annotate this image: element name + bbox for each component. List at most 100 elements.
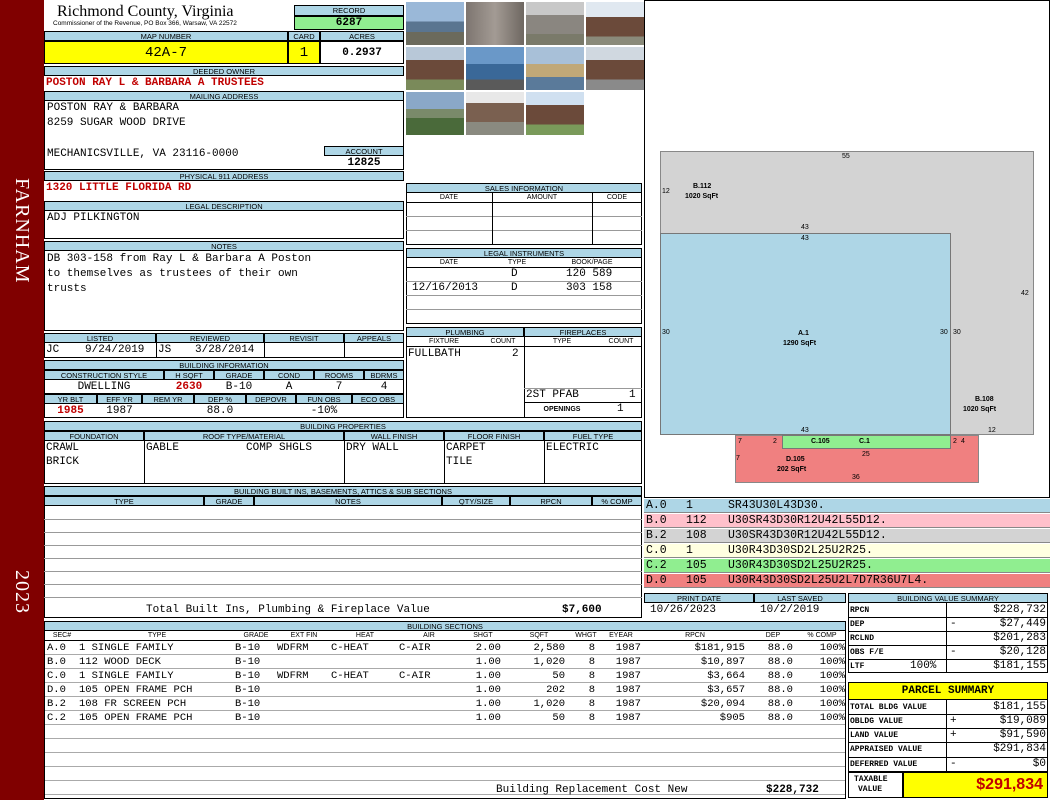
section-row[interactable] (45, 725, 845, 739)
sketch-dim: 2 (953, 438, 957, 445)
section-row[interactable]: C.2 105 OPEN FRAME PCH B-10 1.00 50 8 1987 $905… (45, 711, 845, 725)
foundation-1: CRAWL (46, 442, 80, 454)
segment-row[interactable]: A.0 1 SR43U30L43D30. (644, 499, 1050, 513)
section-cell: A.0 (47, 642, 66, 654)
listed-label: LISTED (44, 333, 156, 343)
section-cell: 1987 (615, 656, 641, 668)
property-photo[interactable] (406, 92, 464, 135)
section-row[interactable] (45, 753, 845, 767)
h-wall-finish: WALL FINISH (344, 431, 444, 441)
sketch-panel: B.112 1020 SqFt A.1 1290 SqFt B.108 1020… (644, 0, 1050, 498)
section-row[interactable]: A.0 1 SINGLE FAMILY B-10 WDFRM C-HEAT C-AIR 2.… (45, 641, 845, 655)
notes-line-1: DB 303-158 from Ray L & Barbara A Poston (47, 253, 312, 265)
h-ecoobs: ECO OBS (352, 394, 404, 404)
sketch-b112-label: B.112 (693, 183, 712, 190)
section-cell: C-HEAT (331, 642, 369, 654)
bdrms-value: 4 (380, 381, 388, 393)
sketch-d105-label: D.105 (786, 456, 805, 463)
fp-count: 1 (629, 389, 636, 401)
section-row[interactable]: B.2 108 FR SCREEN PCH B-10 1.00 1,020 8 1987 $2… (45, 697, 845, 711)
section-cell: C-HEAT (331, 670, 369, 682)
segment-row[interactable]: D.0 105 U30R43D30SD2L25U2L7D7R36U7L4. (644, 574, 1050, 588)
section-cell: 88.0 (767, 670, 793, 682)
floor-finish-2: TILE (446, 456, 473, 468)
section-row[interactable]: D.0 105 OPEN FRAME PCH B-10 1.00 202 8 1987 $3,… (45, 683, 845, 697)
builtins-table (44, 506, 642, 618)
section-row[interactable]: C.0 1 SINGLE FAMILY B-10 WDFRM C-HEAT C-AIR 1.… (45, 669, 845, 683)
record-label: RECORD (294, 5, 404, 16)
county-title: Richmond County, Virginia (57, 3, 234, 20)
builtins-total: $7,600 (562, 604, 602, 616)
tax-year: 2023 (11, 570, 33, 614)
section-cell: B-10 (235, 656, 261, 668)
li-type: D (511, 282, 518, 294)
h-sales-code: CODE (606, 194, 628, 201)
section-cell: WDFRM (277, 642, 309, 654)
h-sales-date: DATE (439, 194, 459, 201)
section-row[interactable]: B.0 112 WOOD DECK B-10 1.00 1,020 8 1987 $10,89… (45, 655, 845, 669)
property-photo[interactable] (526, 92, 584, 135)
district-sidebar: FARNHAM 2023 (0, 0, 44, 800)
sketch-b108-label: B.108 (975, 396, 994, 403)
legal-description: ADJ PILKINGTON (47, 212, 140, 224)
map-number-label: MAP NUMBER (44, 31, 288, 41)
section-cell: B-10 (235, 684, 261, 696)
ps-value: $291,834 (993, 743, 1046, 755)
segment-row[interactable]: B.2 108 U30SR43D30R12U42L55D12. (644, 529, 1050, 543)
h-dep: DEP % (194, 394, 246, 404)
h-bi-type: TYPE (44, 496, 204, 506)
section-cell: C-AIR (399, 642, 431, 654)
section-row[interactable] (45, 781, 845, 795)
mailing-line-3: MECHANICSVILLE, VA 23116-0000 (47, 148, 239, 160)
vs-key: OBS F/E (850, 648, 884, 657)
ps-key: LAND VALUE (850, 731, 899, 740)
h-depovr: DEPOVR (246, 394, 296, 404)
plumbing-label: PLUMBING (406, 327, 524, 337)
property-photo[interactable] (586, 47, 644, 90)
h-sales-amount: AMOUNT (526, 194, 558, 201)
property-photo[interactable] (406, 47, 464, 90)
parcel-summary-title: PARCEL SUMMARY (848, 682, 1048, 700)
h-fuel-type: FUEL TYPE (544, 431, 642, 441)
h-fp-count: COUNT (608, 338, 634, 345)
ps-key: OBLDG VALUE (850, 717, 903, 726)
li-book: 303 158 (566, 282, 613, 294)
photo-gallery[interactable] (406, 2, 644, 137)
construction-style: DWELLING (77, 381, 131, 393)
section-cell: 105 OPEN FRAME PCH (79, 712, 193, 724)
section-cell: 1,020 (533, 698, 565, 710)
sketch-a1-area: 1290 SqFt (783, 340, 817, 347)
property-photo[interactable] (526, 2, 584, 45)
replacement-cost: $228,732 (766, 784, 819, 796)
property-photo[interactable] (466, 92, 524, 135)
section-row[interactable] (45, 767, 845, 781)
taxable-value: $291,834 (903, 772, 1048, 798)
notes-line-3: trusts (47, 283, 87, 295)
reviewed-date: 3/28/2014 (195, 344, 255, 356)
property-photo[interactable] (586, 2, 644, 45)
section-cell: 50 (552, 670, 565, 682)
ps-key: APPRAISED VALUE (850, 745, 923, 754)
section-cell: $181,915 (694, 642, 745, 654)
sketch-dim: 4 (961, 438, 965, 445)
h-yrblt: YR BLT (44, 394, 97, 404)
yrblt-value: 1985 (57, 405, 84, 417)
segment-row[interactable]: C.2 105 U30R43D30SD2L25U2R25. (644, 559, 1050, 573)
mailing-line-2: 8259 SUGAR WOOD DRIVE (47, 117, 186, 129)
section-row[interactable] (45, 739, 845, 753)
property-photo[interactable] (526, 47, 584, 90)
last-saved-date: 10/2/2019 (760, 604, 820, 616)
property-photo[interactable] (406, 2, 464, 45)
h-bdrms: BDRMS (364, 370, 404, 380)
funobs-value: -10% (310, 405, 338, 417)
dep-value: 88.0 (206, 405, 234, 417)
legal-instruments-label: LEGAL INSTRUMENTS (406, 248, 642, 258)
vs-value: $27,449 (999, 618, 1046, 630)
roof-type: GABLE (146, 442, 180, 454)
property-photo[interactable] (466, 2, 524, 45)
sketch-dim: 42 (1021, 290, 1029, 297)
deeded-owner: POSTON RAY L & BARBARA A TRUSTEES (46, 77, 264, 89)
segment-row[interactable]: C.0 1 U30R43D30SD2L25U2R25. (644, 544, 1050, 558)
property-photo[interactable] (466, 47, 524, 90)
segment-row[interactable]: B.0 112 U30SR43D30R12U42L55D12. (644, 514, 1050, 528)
